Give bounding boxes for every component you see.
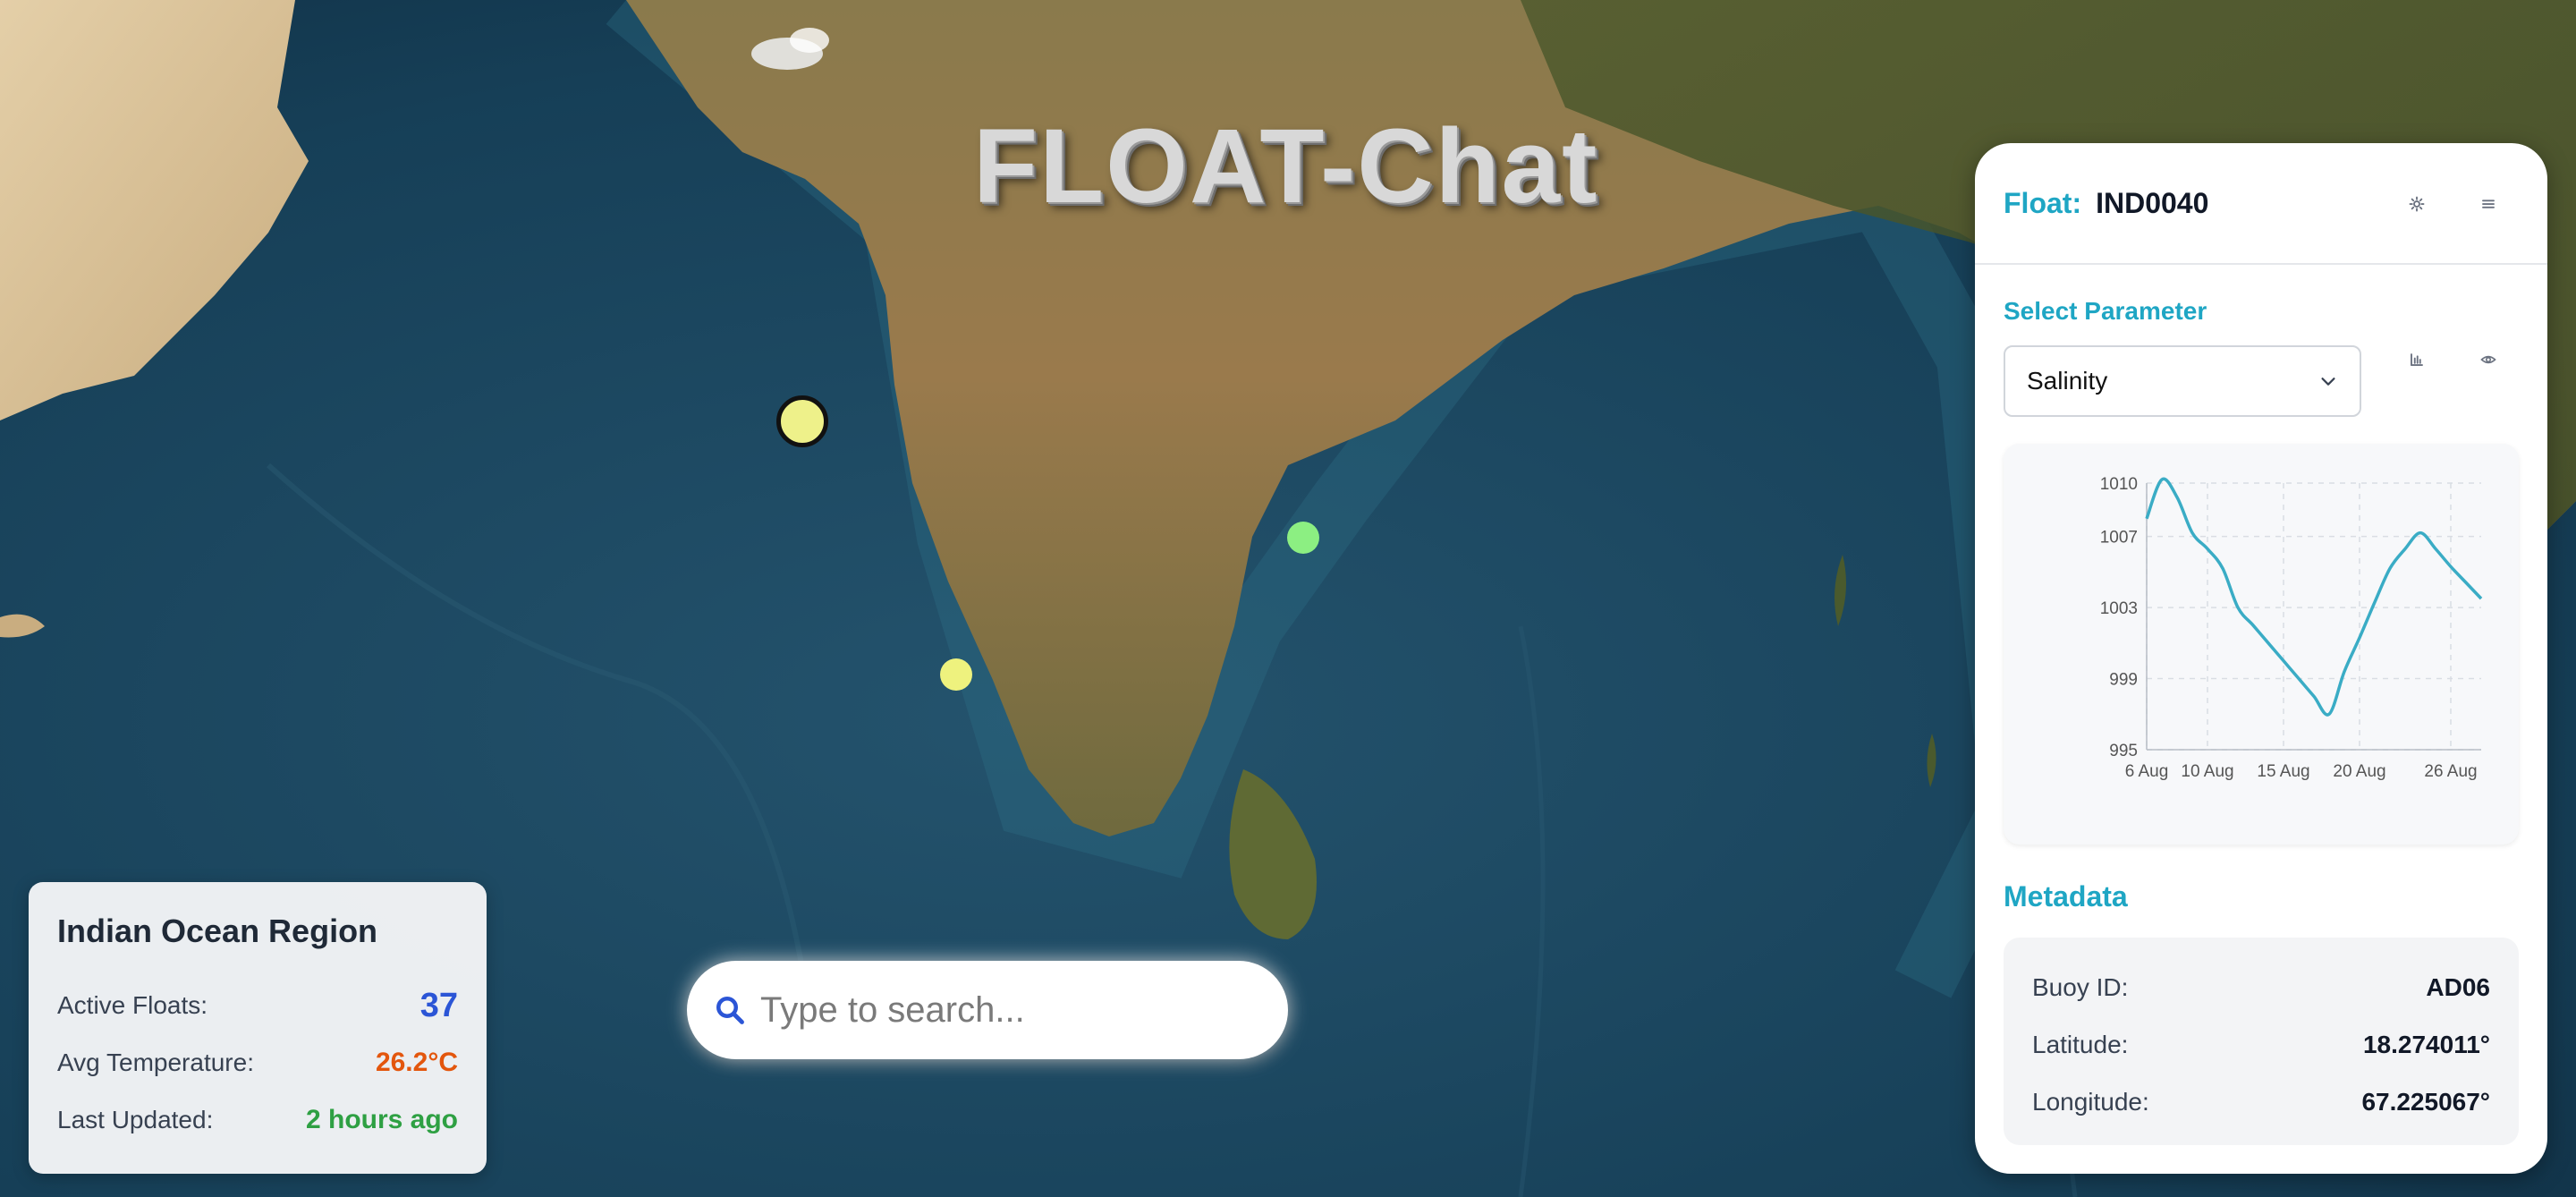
buoy-id-value: AD06 [2426, 973, 2490, 1001]
last-updated-value: 2 hours ago [305, 1105, 458, 1134]
eye-icon[interactable] [2472, 344, 2504, 376]
metadata-title: Metadata [2004, 880, 2128, 913]
metadata-label: Latitude: [2032, 1031, 2129, 1058]
avg-temperature-value: 26.2°C [375, 1048, 458, 1077]
x-tick-label: 10 Aug [2181, 762, 2233, 781]
select-parameter-label: Select Parameter [2004, 297, 2207, 325]
chevron-down-icon [2321, 378, 2335, 386]
parameter-select-value: Salinity [2027, 367, 2108, 395]
float-detail-panel: Float: IND0040 Select Parameter Salinity… [1975, 143, 2547, 1174]
x-tick-label: 6 Aug [2125, 762, 2169, 781]
y-tick-label: 995 [2109, 742, 2138, 760]
stat-row-active-floats: Active Floats: 37 [57, 977, 458, 1034]
search-bar[interactable] [687, 961, 1288, 1059]
y-tick-label: 999 [2109, 671, 2138, 690]
menu-icon[interactable] [2472, 188, 2504, 220]
float-marker-green[interactable] [1287, 522, 1319, 554]
y-tick-label: 1010 [2100, 475, 2138, 494]
parameter-select[interactable]: Salinity [2004, 345, 2361, 417]
salinity-chart-card: 995 999 1003 1007 1010 6 Aug 10 Aug 15 Aug 20 Au… [2004, 444, 2519, 845]
region-title: Indian Ocean Region [57, 913, 378, 949]
salinity-series-line[interactable] [2145, 477, 2483, 717]
x-tick-label: 20 Aug [2333, 762, 2385, 781]
stat-row-last-updated: Last Updated: 2 hours ago [57, 1091, 458, 1149]
metadata-row-latitude: Latitude: 18.274011° [2032, 1016, 2490, 1074]
search-input[interactable] [758, 989, 1245, 1031]
salinity-line-chart[interactable]: 995 999 1003 1007 1010 6 Aug 10 Aug 15 Aug 20 Au… [2004, 444, 2519, 845]
active-floats-value: 37 [419, 986, 458, 1024]
stat-label: Avg Temperature: [57, 1048, 254, 1076]
float-marker-selected[interactable] [776, 395, 828, 447]
metadata-row-longitude: Longitude: 67.225067° [2032, 1074, 2490, 1131]
stat-label: Active Floats: [57, 991, 208, 1019]
metadata-label: Longitude: [2032, 1088, 2149, 1116]
x-tick-label: 26 Aug [2424, 762, 2477, 781]
y-tick-label: 1007 [2100, 529, 2138, 548]
region-stats-card: Indian Ocean Region Active Floats: 37 Av… [29, 882, 487, 1174]
x-tick-label: 15 Aug [2257, 762, 2309, 781]
y-tick-label: 1003 [2100, 599, 2138, 618]
stat-label: Last Updated: [57, 1106, 214, 1133]
metadata-row-buoy-id: Buoy ID: AD06 [2032, 959, 2490, 1016]
longitude-value: 67.225067° [2361, 1088, 2490, 1116]
app-root: FLOAT-Chat Indian Ocean Region Active Fl… [0, 0, 2576, 1197]
metadata-label: Buoy ID: [2032, 973, 2129, 1001]
settings-icon[interactable] [2401, 188, 2433, 220]
app-title: FLOAT-Chat [973, 107, 1599, 225]
search-icon [716, 997, 744, 1024]
metadata-card: Buoy ID: AD06 Latitude: 18.274011° Longi… [2004, 938, 2519, 1145]
panel-header: Float: IND0040 [1975, 143, 2547, 265]
latitude-value: 18.274011° [2362, 1031, 2490, 1058]
bar-chart-icon[interactable] [2401, 344, 2433, 376]
float-label: Float: [2004, 186, 2082, 219]
stat-row-avg-temperature: Avg Temperature: 26.2°C [57, 1034, 458, 1091]
float-id: IND0040 [2096, 186, 2209, 219]
float-marker-yellow[interactable] [940, 658, 972, 691]
